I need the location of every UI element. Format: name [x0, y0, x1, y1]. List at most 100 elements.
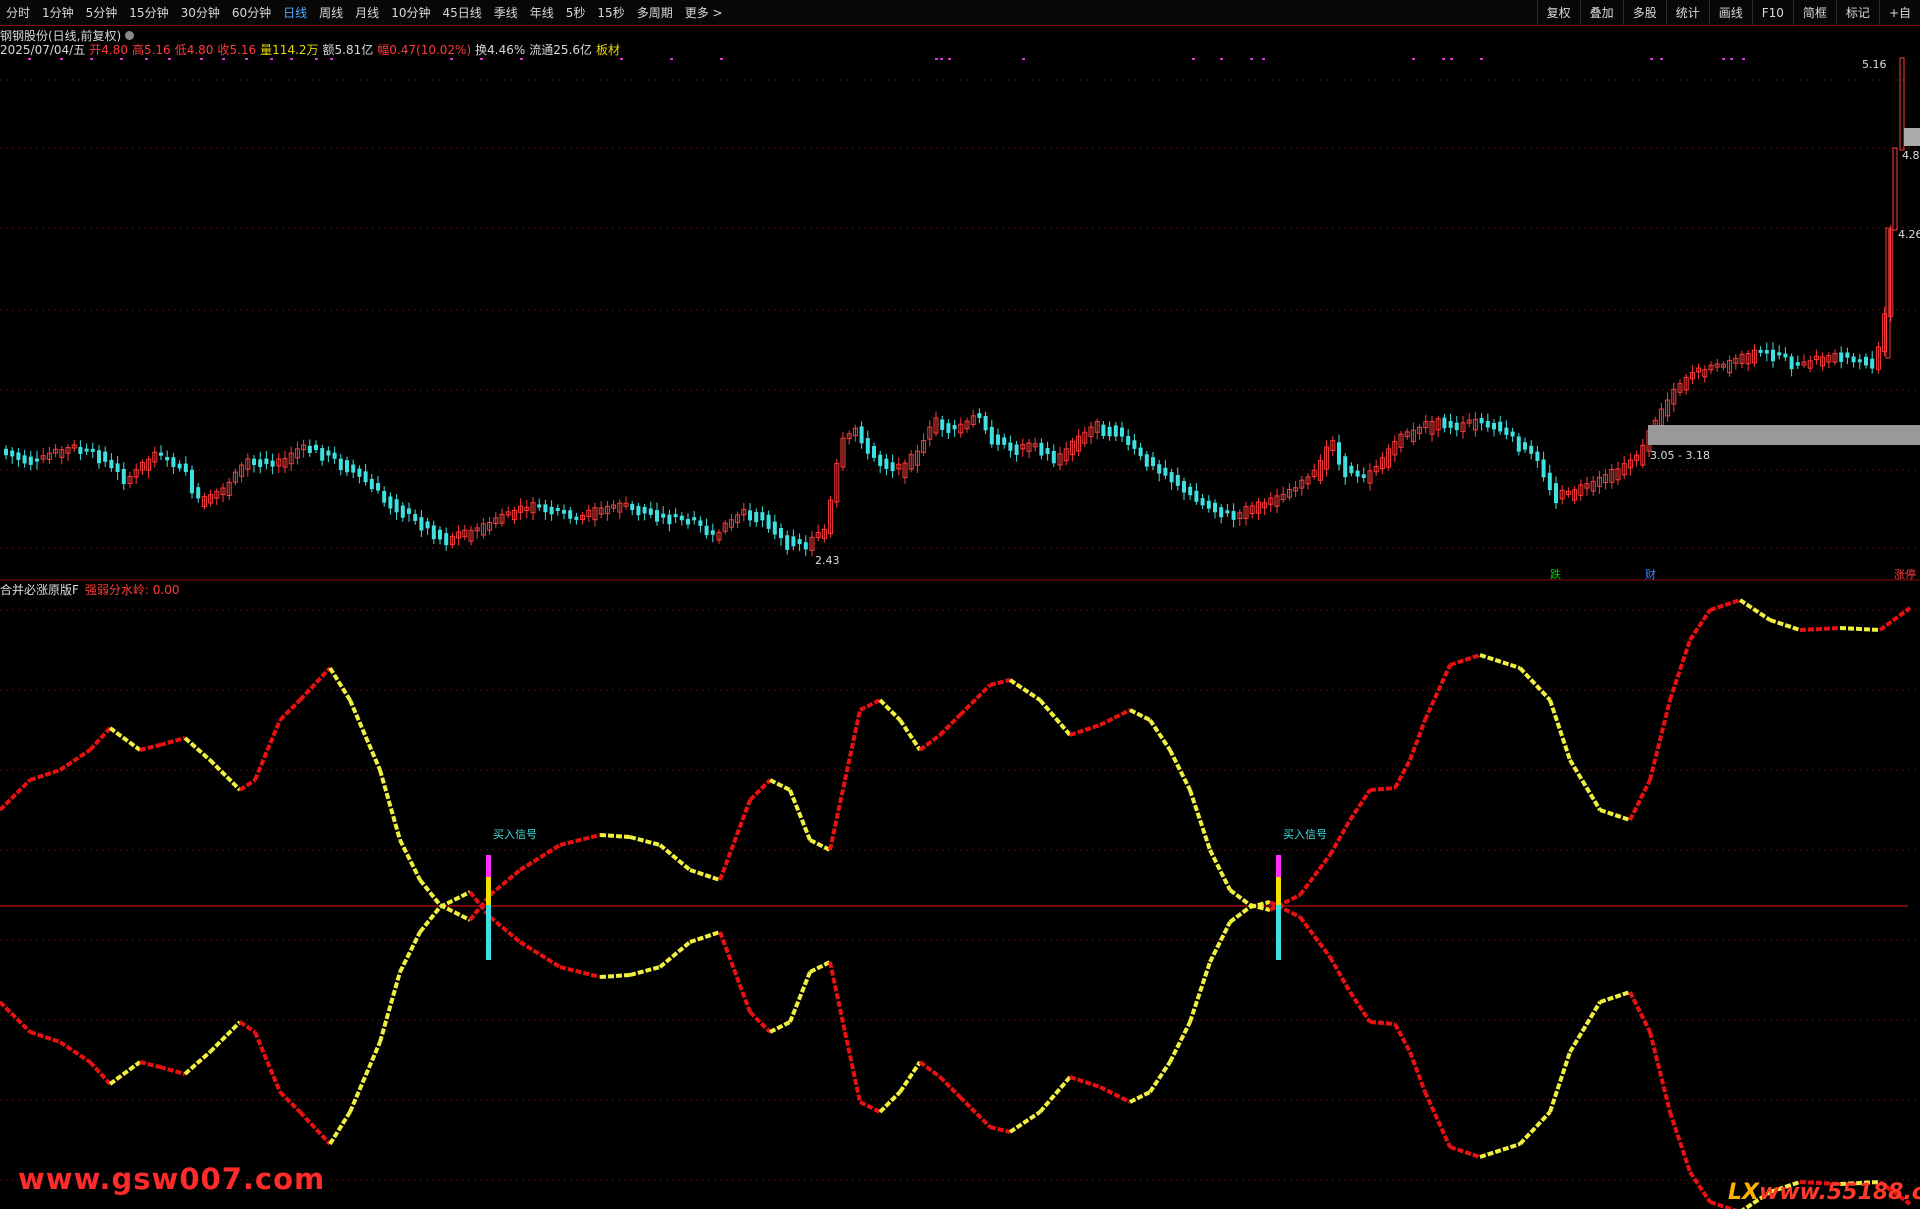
candle-body [1051, 450, 1056, 464]
indicator-line [1648, 699, 1672, 781]
candle-body [177, 463, 182, 469]
candle-body [555, 507, 560, 511]
candle-body [710, 530, 715, 535]
candle-body [1899, 57, 1905, 151]
signal-dot [330, 58, 333, 60]
signal-dot [1450, 58, 1453, 60]
indicator-line [1228, 905, 1252, 924]
candle-body [1777, 352, 1782, 356]
candle-body [1361, 474, 1366, 478]
candle-body [16, 452, 21, 460]
signal-dot [1480, 58, 1483, 60]
indicator-line [208, 1020, 242, 1054]
indicator-line [518, 843, 562, 872]
signal-dot [90, 58, 93, 60]
axis-label-4-8: 4.8 [1902, 149, 1920, 162]
marker-limit-up[interactable]: 涨停 [1894, 566, 1916, 582]
indicator-line [1668, 1111, 1692, 1173]
indicator-line [378, 971, 402, 1043]
indicator-line [398, 931, 422, 973]
indicator-line [1069, 1075, 1101, 1089]
candle-body [252, 458, 256, 465]
candle-body [314, 444, 318, 450]
candle-body [1132, 440, 1137, 449]
indicator-line [1548, 699, 1572, 761]
candle-body [1200, 498, 1205, 506]
signal-dot [450, 58, 453, 60]
indicator-line [658, 940, 692, 969]
indicator-line [238, 1020, 257, 1034]
indicator-line [559, 965, 601, 979]
indicator-line [1449, 1145, 1481, 1159]
indicator-line [278, 1090, 302, 1114]
signal-bar [486, 905, 491, 960]
candle-body [1771, 349, 1775, 362]
candle-body [183, 463, 188, 473]
indicator-line [139, 1060, 161, 1069]
candle-body [791, 536, 796, 547]
marker-finance[interactable]: 财 [1645, 566, 1656, 582]
signal-dot [520, 58, 523, 60]
candle-body [1529, 445, 1534, 454]
candle-body [351, 464, 356, 473]
candle-body [1851, 356, 1856, 363]
candle-body [382, 491, 387, 503]
indicator-line [1393, 1023, 1412, 1053]
indicator-line [1008, 1110, 1042, 1134]
candle-body [10, 450, 15, 457]
indicator-line [518, 940, 562, 969]
indicator-line [439, 890, 471, 909]
candle-body [326, 450, 331, 456]
marker-down[interactable]: 跌 [1550, 566, 1561, 582]
candle-body [1113, 425, 1118, 437]
signal-dot [1650, 58, 1653, 60]
indicator-line [629, 965, 661, 977]
candle-body [754, 512, 759, 523]
candle-body [890, 462, 895, 472]
candle-body [190, 469, 194, 494]
candle-body [115, 463, 120, 472]
candle-body [1479, 417, 1484, 424]
candle-body [679, 515, 684, 521]
indicator-line [1069, 723, 1101, 737]
indicator-line [898, 1060, 922, 1094]
signal-dot [245, 58, 248, 60]
candle-body [103, 451, 108, 462]
indicator-name[interactable]: 合并必涨原版F [0, 581, 79, 598]
signal-dot [1722, 58, 1725, 60]
candle-body [1845, 352, 1850, 358]
indicator-line [1568, 1000, 1602, 1054]
candle-body [686, 518, 690, 525]
indicator-line [898, 718, 922, 752]
indicator-line [29, 768, 61, 782]
chart-canvas[interactable] [0, 0, 1920, 1209]
candle-body [549, 506, 554, 515]
candle-body [568, 510, 573, 519]
candle-body [1541, 459, 1546, 478]
indicator-line [878, 698, 902, 722]
signal-dot [940, 58, 943, 60]
indicator-line [1369, 1020, 1396, 1026]
candle-body [1758, 349, 1763, 353]
candle-body [109, 459, 114, 469]
indicator-line [918, 1060, 942, 1079]
candle-body [22, 455, 27, 464]
candle-body [4, 448, 8, 456]
candle-body [673, 514, 678, 518]
indicator-line [439, 903, 471, 922]
candle-body [636, 505, 641, 516]
indicator-line [253, 719, 282, 781]
indicator-line [938, 713, 962, 737]
candle-body [1169, 472, 1174, 483]
candle-body [1045, 448, 1050, 455]
signal-dot [720, 58, 723, 60]
candle-body [772, 521, 777, 535]
indicator-line [1188, 961, 1212, 1023]
candle-body [574, 516, 579, 520]
indicator-line [1709, 598, 1741, 612]
indicator-line [398, 839, 422, 881]
candle-body [1194, 490, 1199, 502]
indicator-line [1348, 990, 1372, 1024]
candle-body [1175, 475, 1180, 486]
candle-body [642, 507, 647, 514]
